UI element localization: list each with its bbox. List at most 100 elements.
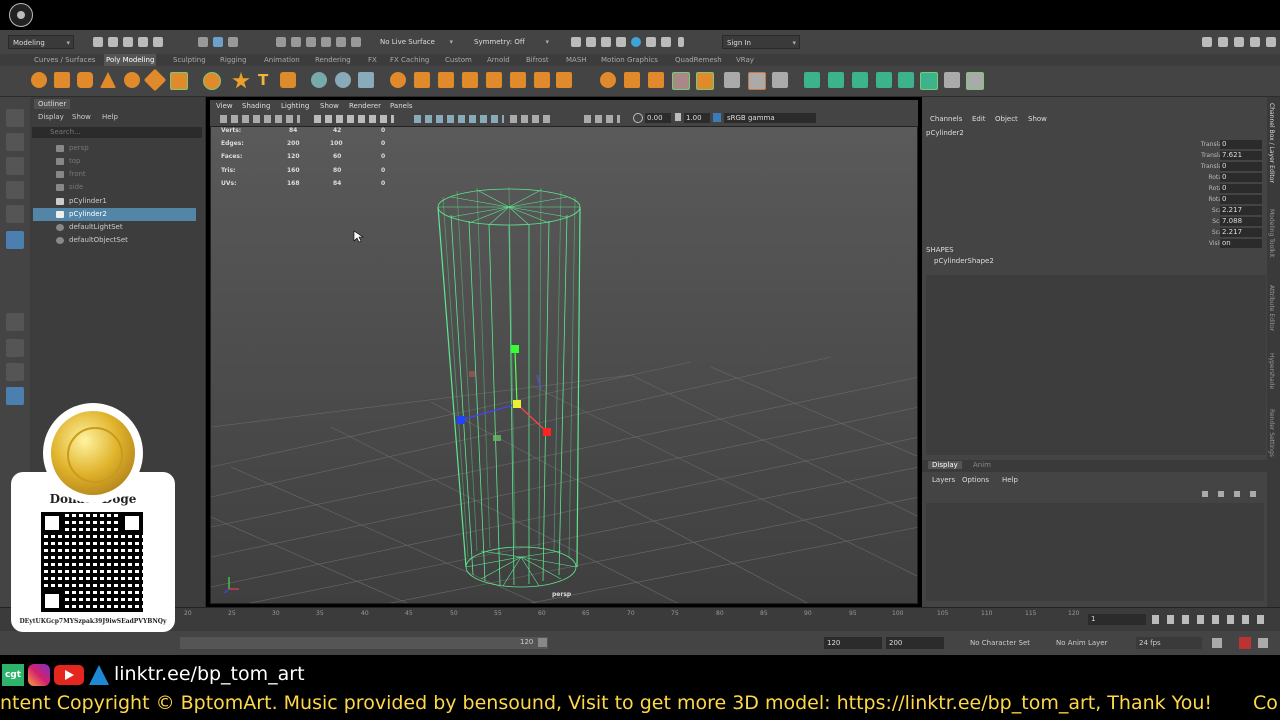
undo-icon[interactable]: [138, 37, 148, 47]
side-tab-render-settings[interactable]: Render Settings: [1268, 409, 1275, 457]
channel-scale-z-field[interactable]: 2.217: [1220, 228, 1262, 237]
link-text[interactable]: linktr.ee/bp_tom_art: [114, 663, 305, 685]
sculpt-tool-icon[interactable]: [311, 72, 327, 88]
shelf-tab-vray[interactable]: VRay: [734, 54, 756, 66]
retopologize-icon[interactable]: [510, 72, 526, 88]
select-hierarchy-icon[interactable]: [198, 37, 208, 47]
shelf-tab-fx[interactable]: FX: [366, 54, 379, 66]
new-scene-icon[interactable]: [93, 37, 103, 47]
extract-icon[interactable]: [358, 72, 374, 88]
shelf-tab-arnold[interactable]: Arnold: [485, 54, 512, 66]
gamma-icon[interactable]: [675, 113, 681, 121]
side-tab-channel-box[interactable]: Channel Box / Layer Editor: [1268, 103, 1275, 183]
pause-icon[interactable]: [678, 37, 684, 47]
display-tools-icon[interactable]: [314, 115, 394, 123]
playback-controls-icon[interactable]: [1152, 615, 1272, 624]
scale-tool-icon[interactable]: [6, 231, 24, 249]
modeling-toolkit-icon[interactable]: [1202, 37, 1212, 47]
current-frame-field[interactable]: 1: [1088, 614, 1146, 625]
channel-menu-object[interactable]: Object: [995, 115, 1018, 123]
viewport-menu-view[interactable]: View: [216, 100, 233, 112]
anim-end-field[interactable]: 120: [824, 637, 882, 649]
shelf-tab-custom[interactable]: Custom: [443, 54, 474, 66]
viewport-menu-lighting[interactable]: Lighting: [281, 100, 309, 112]
exposure-field[interactable]: 0.00: [645, 113, 671, 123]
channel-scale-y-field[interactable]: 7.088: [1220, 217, 1262, 226]
tab-display[interactable]: Display: [928, 461, 962, 469]
svg-tool-icon[interactable]: [280, 72, 296, 88]
exposure-icon[interactable]: [633, 113, 643, 123]
shape-node-name[interactable]: pCylinderShape2: [934, 257, 994, 265]
shelf-tab-bifrost[interactable]: Bifrost: [524, 54, 551, 66]
qr-code[interactable]: [41, 512, 143, 612]
cylinder-wireframe[interactable]: [437, 186, 581, 588]
two-view-icon[interactable]: [6, 363, 24, 381]
channel-translate-y-field[interactable]: 7.621: [1220, 151, 1262, 160]
select-tool-icon[interactable]: [6, 109, 24, 127]
viewport-menu-panels[interactable]: Panels: [390, 100, 413, 112]
platonic-solid-icon[interactable]: [203, 72, 221, 90]
channel-visibility-field[interactable]: on: [1220, 239, 1262, 248]
shading-tools-icon[interactable]: [414, 115, 504, 123]
tool-settings-icon[interactable]: [1234, 37, 1244, 47]
side-tab-modeling-toolkit[interactable]: Modeling Toolkit: [1268, 209, 1275, 257]
outliner-layout-icon[interactable]: [6, 387, 24, 405]
render-sequence-icon[interactable]: [601, 37, 611, 47]
select-component-icon[interactable]: [228, 37, 238, 47]
open-scene-icon[interactable]: [108, 37, 118, 47]
outliner-menu-show[interactable]: Show: [72, 113, 91, 121]
channel-menu-edit[interactable]: Edit: [972, 115, 986, 123]
poly-plane-icon[interactable]: [143, 68, 167, 92]
channel-translate-x-field[interactable]: 0: [1220, 140, 1262, 149]
auto-map-icon[interactable]: [772, 72, 788, 88]
live-surface-dropdown[interactable]: No Live Surface: [376, 35, 456, 49]
single-view-icon[interactable]: [6, 313, 24, 331]
camera-tools-icon[interactable]: [220, 115, 300, 123]
transform-manipulator[interactable]: [457, 345, 551, 441]
snap-vertex-icon[interactable]: [351, 37, 361, 47]
shelf-tab-mash[interactable]: MASH: [564, 54, 589, 66]
insert-edge-loop-icon[interactable]: [672, 72, 690, 90]
range-slider[interactable]: [180, 637, 548, 649]
planar-map-icon[interactable]: [748, 72, 766, 90]
slide-edge-icon[interactable]: [852, 72, 868, 88]
redo-icon[interactable]: [153, 37, 163, 47]
reduce-icon[interactable]: [462, 72, 478, 88]
remesh-icon[interactable]: [486, 72, 502, 88]
viewport-menu-show[interactable]: Show: [320, 100, 339, 112]
make-live-icon[interactable]: [876, 72, 892, 88]
play-end-field[interactable]: 200: [886, 637, 944, 649]
poly-sphere-icon[interactable]: [31, 72, 47, 88]
perspective-viewport[interactable]: Verts: 84 42 0 Edges: 200 100 0 Faces: 1…: [210, 126, 918, 604]
bridge-icon[interactable]: [556, 72, 572, 88]
outliner-menu-display[interactable]: Display: [38, 113, 64, 121]
quad-draw-icon[interactable]: [804, 72, 820, 88]
move-tool-icon[interactable]: [6, 181, 24, 199]
relax-icon[interactable]: [828, 72, 844, 88]
viewport-menu-renderer[interactable]: Renderer: [349, 100, 381, 112]
layout-icon[interactable]: [1266, 37, 1276, 47]
snap-view-icon[interactable]: [321, 37, 331, 47]
range-slider-handle[interactable]: [538, 638, 547, 647]
character-set-dropdown[interactable]: No Character Set: [970, 639, 1030, 647]
lighting-tools-icon[interactable]: [510, 115, 550, 123]
channel-menu-show[interactable]: Show: [1028, 115, 1047, 123]
boolean-icon[interactable]: [390, 72, 406, 88]
channel-rotate-x-field[interactable]: 0: [1220, 173, 1262, 182]
channel-scale-x-field[interactable]: 2.217: [1220, 206, 1262, 215]
workspace-dropdown[interactable]: Modeling: [8, 35, 74, 50]
shelf-tab-fx-caching[interactable]: FX Caching: [388, 54, 431, 66]
outliner-item-pcylinder1[interactable]: pCylinder1: [33, 195, 196, 208]
preferences-icon[interactable]: [1258, 638, 1268, 648]
history-icon[interactable]: [571, 37, 581, 47]
symmetrize-icon[interactable]: [944, 72, 960, 88]
manipulator-y-handle[interactable]: [511, 345, 519, 353]
render-frame-icon[interactable]: [586, 37, 596, 47]
shelf-tab-curves[interactable]: Curves / Surfaces: [32, 54, 97, 66]
poly-disc-icon[interactable]: [170, 72, 188, 90]
combine-icon[interactable]: [335, 72, 351, 88]
layer-menu-layers[interactable]: Layers: [932, 476, 955, 484]
poly-cone-icon[interactable]: [100, 72, 116, 88]
delete-history-icon[interactable]: [966, 72, 984, 90]
snap-grid-icon[interactable]: [276, 37, 286, 47]
